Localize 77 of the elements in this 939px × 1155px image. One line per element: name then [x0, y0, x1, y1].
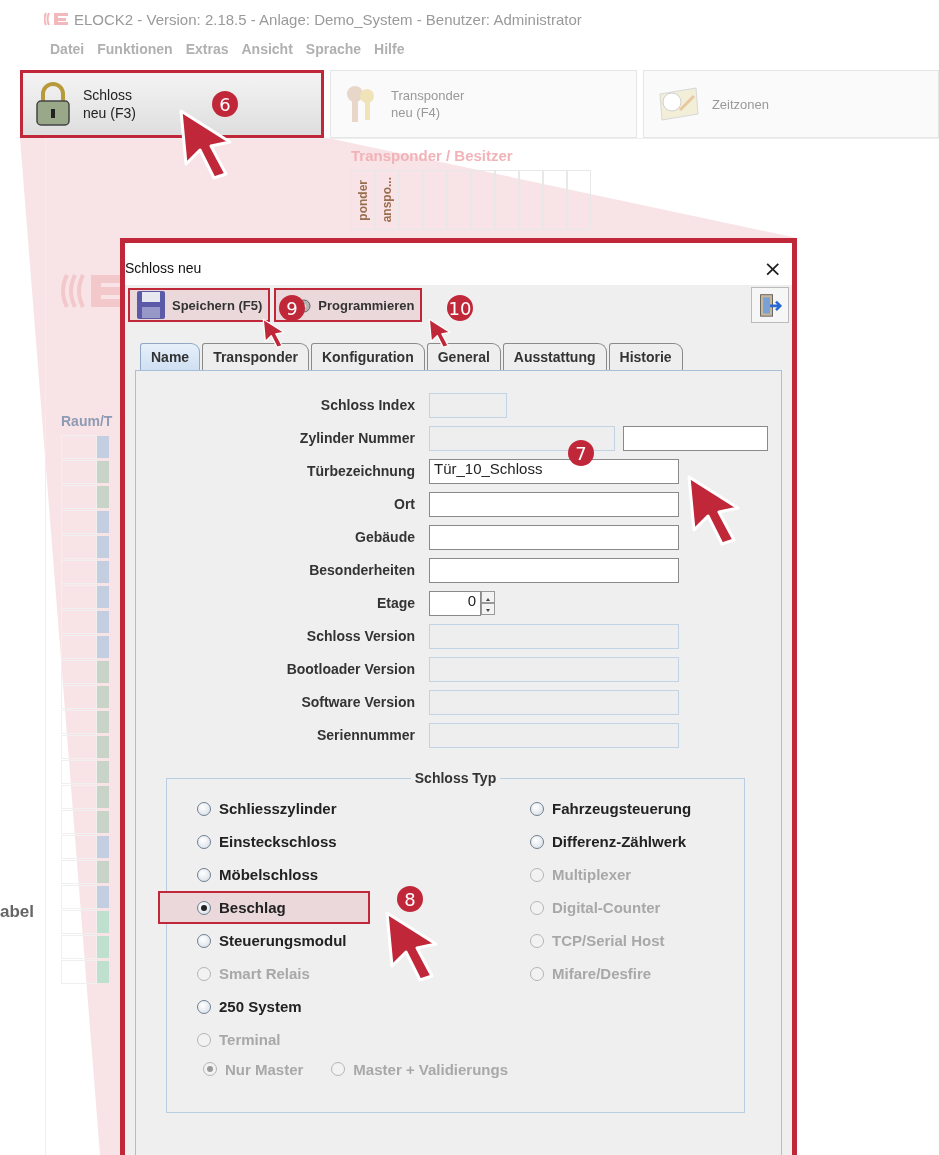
radio-option[interactable]: Steuerungsmodul	[167, 924, 357, 957]
header-cell	[495, 170, 519, 230]
tab[interactable]: Name	[140, 343, 201, 370]
table-cell	[61, 535, 97, 559]
table-cell	[61, 760, 97, 784]
input-field[interactable]	[429, 558, 679, 583]
dialog-title: Schloss neu	[125, 260, 202, 276]
field-label: Schloss Index	[319, 396, 415, 415]
column-header: ponder	[351, 170, 375, 230]
tab[interactable]: Konfiguration	[310, 343, 425, 370]
input-field[interactable]	[429, 525, 679, 550]
table-cell	[61, 460, 97, 484]
field-label: Bootloader Version	[285, 660, 415, 679]
radio-option[interactable]: Fahrzeugsteuerung	[500, 792, 702, 825]
radio-option[interactable]: 250 System	[167, 990, 312, 1023]
field-label: Software Version	[300, 693, 415, 712]
field-label: Etage	[375, 594, 415, 613]
input-field[interactable]	[429, 492, 679, 517]
table-cell	[61, 860, 97, 884]
table-cell	[61, 735, 97, 759]
input-field[interactable]	[623, 426, 768, 451]
number-field[interactable]: 0	[429, 591, 481, 616]
field-label: Gebäude	[354, 528, 415, 547]
radio-option[interactable]: Differenz-Zählwerk	[500, 825, 697, 858]
side-label: abel	[0, 902, 36, 922]
spin-up-button[interactable]	[481, 591, 495, 603]
app-logo-icon	[44, 11, 70, 27]
input-field[interactable]: Tür_10_Schloss	[429, 459, 679, 484]
radio-option[interactable]: Einsteckschloss	[167, 825, 347, 858]
table-cell	[61, 510, 97, 534]
window-title: ELOCK2 - Version: 2.18.5 - Anlage: Demo_System - Benutzer: Administrator	[74, 10, 582, 28]
table-cell	[61, 635, 97, 659]
column-header: anspo...	[375, 170, 399, 230]
pointer-arrow	[384, 910, 440, 982]
field-label: Seriennummer	[315, 726, 415, 745]
table-cell	[61, 835, 97, 859]
section-title: Transponder / Besitzer	[351, 147, 514, 164]
tab[interactable]: Historie	[608, 343, 683, 370]
table-cell	[61, 660, 97, 684]
header-cell	[543, 170, 567, 230]
radio-option[interactable]: Beschlag	[158, 891, 370, 924]
table-cell	[61, 560, 97, 584]
table-cell	[61, 810, 97, 834]
field-label: Türbezeichnung	[305, 462, 415, 481]
pointer-arrow	[428, 318, 452, 349]
tab[interactable]: Ausstattung	[502, 343, 607, 370]
table-cell	[61, 785, 97, 809]
header-cell	[519, 170, 543, 230]
group-title: Schloss Typ	[413, 770, 498, 786]
table-cell	[61, 710, 97, 734]
tab[interactable]: Transponder	[202, 343, 309, 370]
radio-option[interactable]: Schliesszylinder	[167, 792, 347, 825]
table-cell	[61, 935, 97, 959]
table-cell	[61, 585, 97, 609]
toolbar-button[interactable]: Speichern (F5)	[128, 288, 271, 322]
pointer-arrow	[686, 474, 742, 546]
table-cell	[61, 910, 97, 934]
padlock-icon	[35, 82, 71, 126]
table-cell	[61, 485, 97, 509]
table-cell	[61, 685, 97, 709]
close-button[interactable]: ×	[757, 255, 788, 281]
table-cell	[61, 885, 97, 909]
field-label: Besonderheiten	[308, 561, 415, 580]
pointer-arrow	[262, 318, 286, 349]
header-cell	[471, 170, 495, 230]
field-label: Schloss Version	[305, 627, 415, 646]
radio-option[interactable]: Möbelschloss	[167, 858, 329, 891]
table-cell	[61, 435, 97, 459]
tab[interactable]: General	[426, 343, 501, 370]
table-cell	[61, 610, 97, 634]
table-cell	[61, 960, 97, 984]
header-cell	[567, 170, 591, 230]
exit-button[interactable]	[751, 287, 789, 323]
field-label: Ort	[393, 495, 415, 514]
field-label: Zylinder Nummer	[298, 429, 415, 448]
spin-down-button[interactable]	[481, 603, 495, 615]
column-header: Raum/T	[61, 413, 114, 429]
